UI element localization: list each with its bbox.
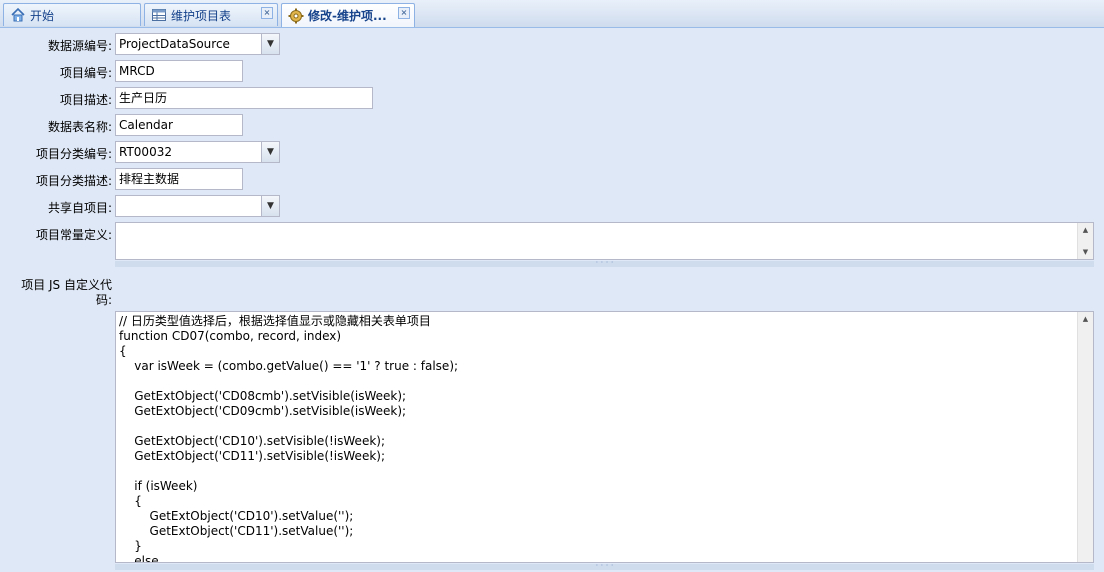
chevron-down-icon[interactable]: ▼ bbox=[261, 196, 279, 216]
js-code-scrollbar[interactable]: ▲ bbox=[1077, 312, 1093, 562]
tab-maintain-item-table-label: 维护项目表 bbox=[171, 8, 232, 23]
item-desc-input[interactable]: 生产日历 bbox=[115, 87, 373, 109]
js-code-resize-handle[interactable]: · · · · bbox=[115, 562, 1094, 570]
table-name-input[interactable]: Calendar bbox=[115, 114, 243, 136]
item-code-input[interactable]: MRCD bbox=[115, 60, 243, 82]
category-code-value: RT00032 bbox=[119, 145, 172, 159]
chevron-down-icon[interactable]: ▼ bbox=[261, 34, 279, 54]
gear-icon bbox=[288, 8, 304, 23]
datasource-value: ProjectDataSource bbox=[119, 37, 230, 51]
scroll-down-icon[interactable]: ▼ bbox=[1078, 245, 1093, 259]
js-code-content: // 日历类型值选择后，根据选择值显示或隐藏相关表单项目 function CD… bbox=[119, 314, 459, 563]
js-code-label-line2: 码: bbox=[95, 293, 112, 307]
datasource-combo[interactable]: ProjectDataSource ▼ bbox=[115, 33, 280, 55]
item-code-label: 项目编号: bbox=[59, 66, 112, 80]
tab-edit-maintain-item-label: 修改-维护项... bbox=[308, 9, 387, 23]
close-icon[interactable]: × bbox=[261, 7, 273, 19]
category-code-label: 项目分类编号: bbox=[35, 147, 112, 161]
constants-textarea[interactable]: ▲ ▼ bbox=[115, 222, 1094, 260]
item-desc-label: 项目描述: bbox=[59, 93, 112, 107]
datasource-label: 数据源编号: bbox=[47, 39, 112, 53]
scroll-up-icon[interactable]: ▲ bbox=[1078, 223, 1093, 237]
chevron-down-icon[interactable]: ▼ bbox=[261, 142, 279, 162]
tab-home-label: 开始 bbox=[30, 8, 55, 23]
table-icon bbox=[152, 9, 166, 21]
tab-home[interactable]: 开始 bbox=[3, 3, 141, 26]
category-desc-input[interactable]: 排程主数据 bbox=[115, 168, 243, 190]
tab-edit-maintain-item[interactable]: 修改-维护项... × bbox=[281, 3, 415, 27]
tab-maintain-item-table[interactable]: 维护项目表 × bbox=[144, 3, 278, 26]
tab-strip: 开始 维护项目表 × 修改-维护项... × bbox=[0, 0, 1104, 28]
constants-resize-handle[interactable]: · · · · bbox=[115, 259, 1094, 267]
category-desc-label: 项目分类描述: bbox=[35, 174, 112, 188]
table-name-label: 数据表名称: bbox=[47, 120, 112, 134]
home-icon bbox=[11, 7, 25, 22]
shared-from-label: 共享自项目: bbox=[47, 201, 112, 215]
constants-label: 项目常量定义: bbox=[35, 228, 112, 242]
close-icon[interactable]: × bbox=[398, 7, 410, 19]
scroll-up-icon[interactable]: ▲ bbox=[1078, 312, 1093, 326]
js-code-textarea[interactable]: // 日历类型值选择后，根据选择值显示或隐藏相关表单项目 function CD… bbox=[115, 311, 1094, 563]
constants-scrollbar[interactable]: ▲ ▼ bbox=[1077, 223, 1093, 259]
category-code-combo[interactable]: RT00032 ▼ bbox=[115, 141, 280, 163]
shared-from-combo[interactable]: ▼ bbox=[115, 195, 280, 217]
